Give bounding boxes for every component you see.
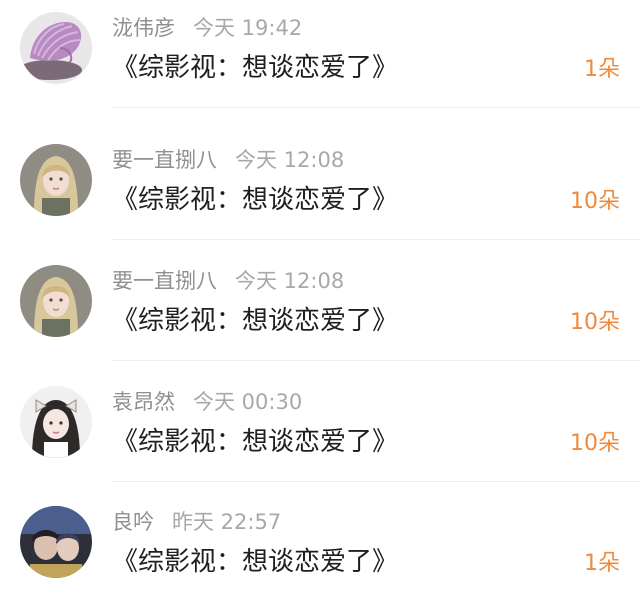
girl-portrait-icon	[20, 265, 92, 337]
username[interactable]: 泷伟彦	[112, 16, 175, 40]
gift-count: 10朵	[570, 310, 620, 335]
girl-with-bow-icon	[20, 386, 92, 458]
comment-message: 《综影视：想谈恋爱了》	[112, 427, 399, 457]
couple-avatar[interactable]	[20, 506, 92, 578]
divider	[112, 107, 640, 108]
comment-message: 《综影视：想谈恋爱了》	[112, 185, 399, 215]
gift-count: 1朵	[584, 551, 620, 576]
divider	[112, 239, 640, 240]
timestamp: 今天 12:08	[235, 269, 345, 293]
comment-meta: 泷伟彦 今天 19:42	[112, 14, 302, 42]
timestamp: 今天 00:30	[193, 390, 303, 414]
gift-count: 1朵	[584, 57, 620, 82]
divider	[112, 360, 640, 361]
seashell-avatar[interactable]	[20, 12, 92, 84]
timestamp: 今天 19:42	[193, 16, 303, 40]
comment-row: 袁昂然 今天 00:30 《综影视：想谈恋爱了》 10朵	[0, 374, 640, 494]
girl-portrait-icon	[20, 144, 92, 216]
comment-row: 要一直捌八 今天 12:08 《综影视：想谈恋爱了》 10朵	[0, 253, 640, 373]
gift-count: 10朵	[570, 189, 620, 214]
comment-meta: 袁昂然 今天 00:30	[112, 388, 302, 416]
comment-meta: 要一直捌八 今天 12:08	[112, 267, 344, 295]
comment-meta: 要一直捌八 今天 12:08	[112, 146, 344, 174]
username[interactable]: 良吟	[112, 510, 154, 534]
timestamp: 昨天 22:57	[172, 510, 282, 534]
comment-message: 《综影视：想谈恋爱了》	[112, 53, 399, 83]
gift-count: 10朵	[570, 431, 620, 456]
timestamp: 今天 12:08	[235, 148, 345, 172]
divider	[112, 481, 640, 482]
username[interactable]: 要一直捌八	[112, 269, 217, 293]
girl-with-bow-avatar[interactable]	[20, 386, 92, 458]
username[interactable]: 要一直捌八	[112, 148, 217, 172]
comment-message: 《综影视：想谈恋爱了》	[112, 547, 399, 577]
comment-message: 《综影视：想谈恋爱了》	[112, 306, 399, 336]
seashell-icon	[20, 12, 92, 84]
couple-icon	[20, 506, 92, 578]
username[interactable]: 袁昂然	[112, 390, 175, 414]
comment-row: 良吟 昨天 22:57 《综影视：想谈恋爱了》 1朵	[0, 494, 640, 614]
girl-portrait-avatar[interactable]	[20, 144, 92, 216]
comment-meta: 良吟 昨天 22:57	[112, 508, 281, 536]
comment-list: 泷伟彦 今天 19:42 《综影视：想谈恋爱了》 1朵 要一直捌八 今天 12:08…	[0, 0, 640, 596]
girl-portrait-avatar[interactable]	[20, 265, 92, 337]
comment-row: 泷伟彦 今天 19:42 《综影视：想谈恋爱了》 1朵	[0, 0, 640, 120]
comment-row: 要一直捌八 今天 12:08 《综影视：想谈恋爱了》 10朵	[0, 132, 640, 252]
